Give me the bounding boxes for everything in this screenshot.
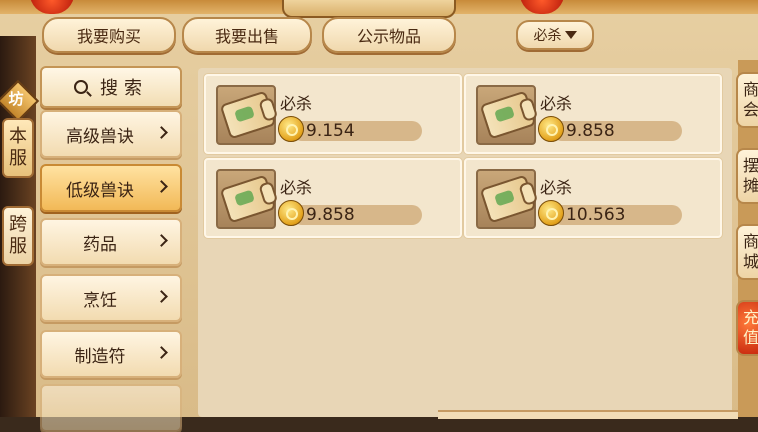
- top-tab-bar: 我要购买 我要出售 公示物品 必杀: [40, 15, 700, 55]
- scroll-icon: [479, 90, 537, 140]
- tab-mall[interactable]: 商城: [736, 224, 758, 280]
- chevron-down-icon: [564, 31, 577, 39]
- item-price: 10.563: [566, 205, 626, 225]
- item-thumbnail: [216, 85, 277, 145]
- tab-buy-label: 我要购买: [76, 27, 141, 46]
- category-low-skill[interactable]: 低级兽诀: [40, 164, 182, 212]
- left-side-rail: 坊 本服 跨服: [0, 36, 40, 417]
- item-price: 9.858: [306, 205, 355, 225]
- item-thumbnail: [216, 169, 277, 229]
- item-price: 9.858: [566, 121, 615, 141]
- tab-public[interactable]: 公示物品: [322, 17, 456, 53]
- scroll-icon: [479, 174, 537, 224]
- coin-icon: [538, 116, 564, 142]
- search-button[interactable]: 搜索: [40, 66, 182, 108]
- category-list: 搜索 高级兽诀 低级兽诀 药品 烹饪 制造符: [38, 66, 184, 432]
- category-label: 药品: [83, 234, 117, 255]
- category-label: 高级兽诀: [66, 126, 134, 147]
- tab-server-cross[interactable]: 跨服: [2, 206, 34, 266]
- tab-stall[interactable]: 摆摊: [736, 148, 758, 204]
- right-tab-label: 充值: [742, 308, 758, 347]
- item-list-panel: 必杀 9.154 必杀 9.858 必杀 9.858 必杀 10.563: [198, 68, 732, 417]
- category-more[interactable]: [40, 384, 182, 432]
- item-name: 必杀: [540, 94, 573, 113]
- item-name: 必杀: [280, 94, 313, 113]
- category-medicine[interactable]: 药品: [40, 218, 182, 266]
- item-thumbnail: [476, 85, 537, 145]
- scroll-icon: [219, 174, 277, 224]
- tab-server-local[interactable]: 本服: [2, 118, 34, 178]
- filter-value: 必杀: [533, 28, 562, 44]
- category-high-skill[interactable]: 高级兽诀: [40, 110, 182, 158]
- item-card[interactable]: 必杀 9.858: [204, 158, 462, 238]
- tab-guild-market[interactable]: 商会: [736, 72, 758, 128]
- category-label: 低级兽诀: [66, 180, 134, 201]
- server-local-label: 本服: [9, 126, 27, 169]
- shop-badge-label: 坊: [8, 90, 24, 108]
- category-crafting[interactable]: 制造符: [40, 330, 182, 378]
- coin-icon: [278, 200, 304, 226]
- coin-icon: [538, 200, 564, 226]
- tab-recharge[interactable]: 充值: [736, 300, 758, 356]
- category-label: 制造符: [74, 346, 126, 367]
- search-label: 搜索: [100, 78, 148, 99]
- item-price: 9.154: [306, 121, 355, 141]
- filter-dropdown[interactable]: 必杀: [516, 20, 594, 50]
- item-name: 必杀: [540, 178, 573, 197]
- tab-public-label: 公示物品: [356, 27, 421, 46]
- right-tab-label: 商城: [742, 232, 758, 271]
- category-cooking[interactable]: 烹饪: [40, 274, 182, 322]
- right-tab-label: 摆摊: [742, 156, 758, 195]
- search-icon: [74, 80, 88, 94]
- item-card[interactable]: 必杀 10.563: [464, 158, 722, 238]
- item-card[interactable]: 必杀 9.154: [204, 74, 462, 154]
- item-thumbnail: [476, 169, 537, 229]
- tab-buy[interactable]: 我要购买: [42, 17, 176, 53]
- category-label: 烹饪: [83, 290, 117, 311]
- game-window: 我要购买 我要出售 公示物品 必杀 坊 本服 跨服 搜索 高级兽诀 低级兽诀 药…: [0, 0, 758, 432]
- item-name: 必杀: [280, 178, 313, 197]
- tab-sell-label: 我要出售: [214, 27, 279, 46]
- category-label: [42, 386, 158, 430]
- tab-sell[interactable]: 我要出售: [182, 17, 312, 53]
- coin-icon: [278, 116, 304, 142]
- item-card[interactable]: 必杀 9.858: [464, 74, 722, 154]
- server-cross-label: 跨服: [9, 214, 27, 257]
- bottom-bar-edge: [438, 410, 738, 419]
- scroll-icon: [219, 90, 277, 140]
- right-tab-label: 商会: [742, 80, 758, 119]
